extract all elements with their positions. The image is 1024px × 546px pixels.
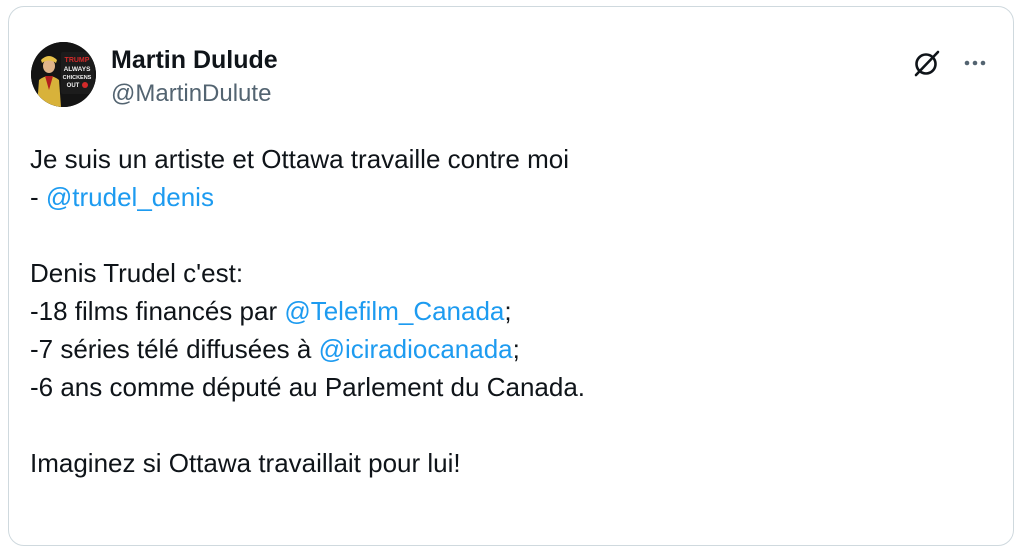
more-options-icon[interactable] bbox=[959, 47, 991, 79]
author-handle[interactable]: @MartinDulute bbox=[111, 79, 278, 109]
tweet-line: -18 films financés par @Telefilm_Canada; bbox=[30, 292, 990, 330]
tweet-line: Imaginez si Ottawa travaillait pour lui! bbox=[30, 444, 990, 482]
tweet-line-text: Imaginez si Ottawa travaillait pour lui! bbox=[30, 448, 461, 478]
tweet-line-text: - bbox=[30, 182, 46, 212]
author-name[interactable]: Martin Dulude bbox=[111, 45, 278, 75]
tweet-line-text: -18 films financés par bbox=[30, 296, 285, 326]
tweet-line: -6 ans comme député au Parlement du Cana… bbox=[30, 368, 990, 406]
tweet-line-text: Je suis un artiste et Ottawa travaille c… bbox=[30, 144, 570, 174]
tweet-line: Denis Trudel c'est: bbox=[30, 254, 990, 292]
tweet-line-text: ; bbox=[504, 296, 512, 326]
tweet-text: Je suis un artiste et Ottawa travaille c… bbox=[30, 140, 990, 482]
grok-icon[interactable] bbox=[911, 47, 943, 79]
mention-iciradiocanada[interactable]: @iciradiocanada bbox=[319, 334, 513, 364]
tweet-line-text: ; bbox=[512, 334, 520, 364]
tweet-line: Je suis un artiste et Ottawa travaille c… bbox=[30, 140, 990, 178]
mention-trudel-denis[interactable]: @trudel_denis bbox=[46, 182, 214, 212]
svg-text:TRUMP: TRUMP bbox=[65, 57, 90, 64]
avatar[interactable]: TRUMP ALWAYS CHICKENS OUT bbox=[31, 42, 96, 107]
tweet-line: -7 séries télé diffusées à @iciradiocana… bbox=[30, 330, 990, 368]
svg-text:ALWAYS: ALWAYS bbox=[64, 66, 92, 73]
tweet-card[interactable]: TRUMP ALWAYS CHICKENS OUT Martin Dulude … bbox=[8, 6, 1014, 546]
svg-text:OUT: OUT bbox=[67, 83, 80, 89]
tweet-line: - @trudel_denis bbox=[30, 178, 990, 216]
tweet-line-text: -7 séries télé diffusées à bbox=[30, 334, 319, 364]
tweet-line-text: Denis Trudel c'est: bbox=[30, 258, 244, 288]
svg-text:CHICKENS: CHICKENS bbox=[63, 75, 92, 81]
mention-telefilm-canada[interactable]: @Telefilm_Canada bbox=[284, 296, 504, 326]
author-info[interactable]: Martin Dulude @MartinDulute bbox=[111, 45, 278, 109]
tweet-line-text: -6 ans comme député au Parlement du Cana… bbox=[30, 372, 586, 402]
